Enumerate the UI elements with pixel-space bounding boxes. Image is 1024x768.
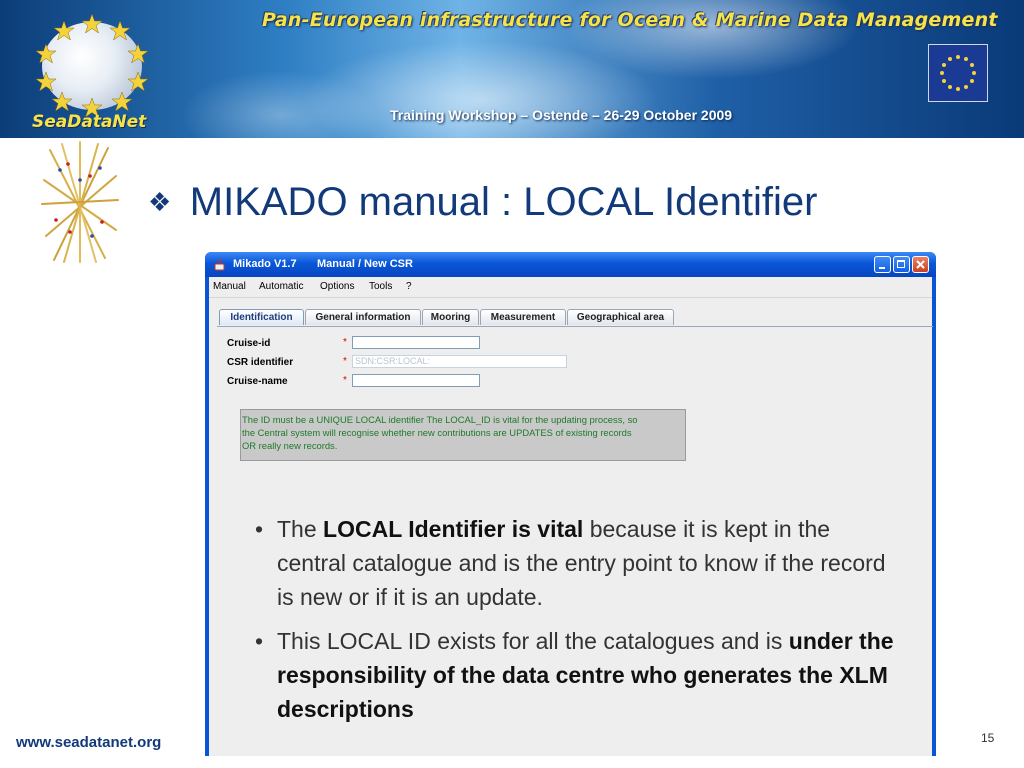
bullet-item: • This LOCAL ID exists for all the catalo… — [255, 624, 895, 726]
required-marker: * — [343, 356, 347, 367]
bullet-dot: • — [255, 628, 264, 654]
info-line: the Central system will recognise whethe… — [242, 427, 632, 438]
cruise-name-label: Cruise-name — [227, 376, 288, 387]
mikado-sticks-icon — [41, 141, 119, 263]
slide-title-text: MIKADO manual : LOCAL Identifier — [189, 180, 818, 224]
bullet-dot: • — [255, 516, 264, 542]
cruise-name-input[interactable] — [352, 374, 480, 387]
info-line: The ID must be a UNIQUE LOCAL identifier… — [242, 414, 638, 425]
csr-identifier-input[interactable]: SDN:CSR:LOCAL: — [352, 355, 567, 368]
required-marker: * — [343, 337, 347, 348]
minimize-button[interactable] — [874, 256, 891, 273]
tab-geographical-area[interactable]: Geographical area — [567, 309, 674, 325]
bullet-bold-text: LOCAL Identifier is vital — [323, 516, 584, 542]
tab-mooring[interactable]: Mooring — [422, 309, 479, 325]
menu-help[interactable]: ? — [406, 281, 412, 292]
window-doc-title: Manual / New CSR — [317, 258, 413, 270]
bullet-text: The — [277, 516, 324, 542]
header-banner: SeaDataNet Pan-European infrastructure f… — [0, 0, 1024, 138]
stars-ring-icon — [35, 13, 149, 118]
bullet-text: This LOCAL ID exists for all the catalog… — [277, 628, 789, 654]
maximize-button[interactable] — [893, 256, 910, 273]
cruise-id-input[interactable] — [352, 336, 480, 349]
local-id-info-box: The ID must be a UNIQUE LOCAL identifier… — [240, 409, 686, 461]
maximize-icon — [897, 260, 905, 268]
page-number: 15 — [981, 731, 995, 745]
tab-identification[interactable]: Identification — [219, 309, 304, 325]
menu-bar: Manual Automatic Options Tools ? — [209, 277, 932, 298]
title-bullet-icon: ❖ — [148, 187, 172, 217]
close-icon — [916, 260, 925, 269]
window-app-title: Mikado V1.7 — [233, 258, 297, 270]
eu-flag-icon — [928, 44, 988, 102]
minimize-icon — [879, 267, 885, 269]
seadatanet-logo: SeaDataNet — [28, 12, 168, 136]
cruise-id-label: Cruise-id — [227, 338, 271, 349]
csr-identifier-label: CSR identifier — [227, 357, 294, 368]
logo-text: SeaDataNet — [32, 112, 147, 132]
bullet-item: • The LOCAL Identifier is vital because i… — [255, 512, 895, 614]
tab-measurement[interactable]: Measurement — [480, 309, 566, 325]
menu-manual[interactable]: Manual — [213, 281, 246, 292]
workshop-subtitle: Training Workshop – Ostende – 26-29 Octo… — [390, 107, 733, 123]
banner-title: Pan-European infrastructure for Ocean & … — [262, 9, 998, 31]
footer-url[interactable]: www.seadatanet.org — [16, 734, 161, 751]
menu-tools[interactable]: Tools — [369, 281, 392, 292]
bullet-list: • The LOCAL Identifier is vital because i… — [255, 512, 895, 736]
slide-title: ❖ MIKADO manual : LOCAL Identifier — [148, 180, 817, 225]
required-marker: * — [343, 375, 347, 386]
menu-automatic[interactable]: Automatic — [259, 281, 303, 292]
close-button[interactable] — [912, 256, 929, 273]
java-cup-icon — [214, 258, 225, 271]
info-line: OR really new records. — [242, 440, 338, 451]
menu-options[interactable]: Options — [320, 281, 354, 292]
tab-general-information[interactable]: General information — [305, 309, 421, 325]
window-titlebar[interactable]: Mikado V1.7 Manual / New CSR — [205, 252, 936, 277]
